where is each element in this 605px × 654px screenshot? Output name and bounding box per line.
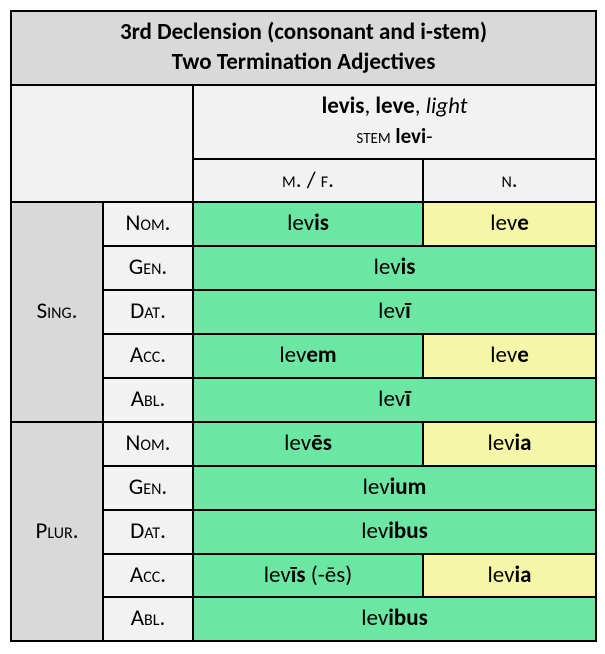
plur-gen: levium — [193, 466, 596, 510]
sing-acc-n: leve — [423, 334, 596, 378]
lemma-gloss: light — [426, 92, 468, 120]
case-label: Abl. — [103, 378, 193, 422]
case-label: Dat. — [103, 290, 193, 334]
stem-label: stem — [356, 123, 390, 149]
stem-value: levi — [395, 123, 426, 149]
plur-abl: levibus — [193, 597, 596, 641]
title-line-2: Two Termination Adjectives — [172, 48, 436, 76]
header-lemma: levis, leve, light stem levi- — [193, 85, 596, 159]
number-plur: Plur. — [11, 422, 103, 641]
case-label: Nom. — [103, 422, 193, 466]
sing-gen: levis — [193, 246, 596, 290]
stem-suffix: - — [426, 123, 432, 149]
sing-nom-mf: levis — [193, 202, 423, 246]
sing-abl: levī — [193, 378, 596, 422]
case-label: Gen. — [103, 246, 193, 290]
plur-dat: levibus — [193, 510, 596, 554]
number-sing: Sing. — [11, 202, 103, 421]
plur-nom-n: levia — [423, 422, 596, 466]
declension-table: 3rd Declension (consonant and i-stem) Tw… — [10, 10, 597, 642]
lemma-mf: levis — [322, 92, 365, 120]
case-label: Abl. — [103, 597, 193, 641]
col-header-mf: m. / f. — [193, 159, 423, 203]
header-blank — [11, 85, 193, 203]
sing-acc-mf: levem — [193, 334, 423, 378]
lemma-n: leve — [375, 92, 414, 120]
case-label: Dat. — [103, 510, 193, 554]
case-label: Gen. — [103, 466, 193, 510]
case-label: Acc. — [103, 554, 193, 598]
case-label: Nom. — [103, 202, 193, 246]
table-title: 3rd Declension (consonant and i-stem) Tw… — [11, 11, 596, 85]
plur-acc-mf: levīs (-ēs) — [193, 554, 423, 598]
col-header-n: n. — [423, 159, 596, 203]
plur-nom-mf: levēs — [193, 422, 423, 466]
plur-acc-n: levia — [423, 554, 596, 598]
title-line-1: 3rd Declension (consonant and i-stem) — [120, 18, 487, 46]
case-label: Acc. — [103, 334, 193, 378]
sing-nom-n: leve — [423, 202, 596, 246]
sing-dat: levī — [193, 290, 596, 334]
